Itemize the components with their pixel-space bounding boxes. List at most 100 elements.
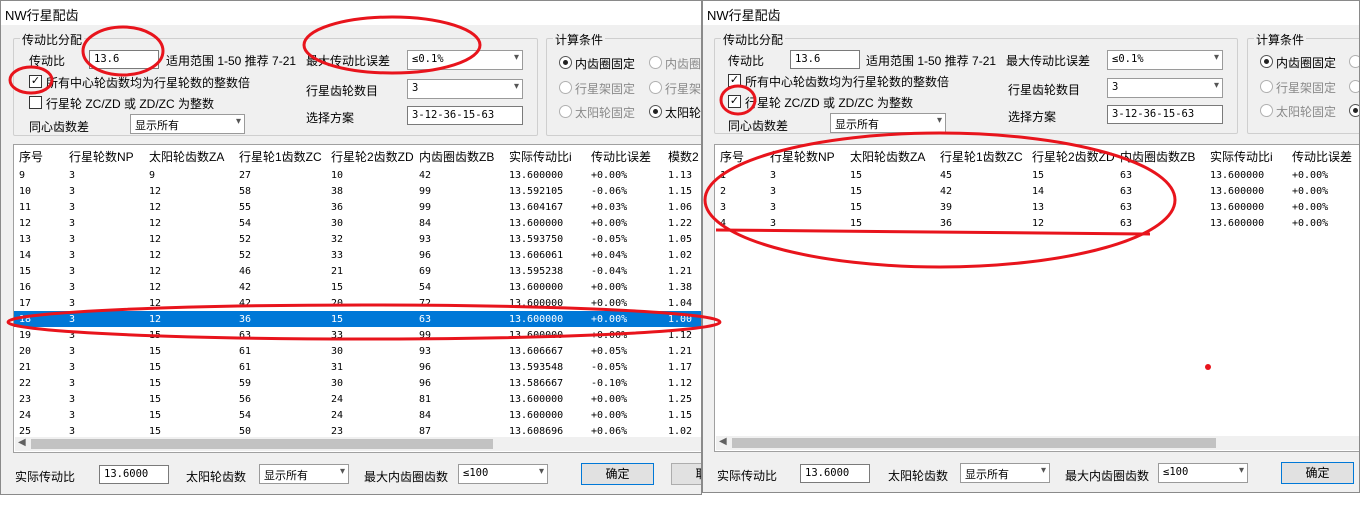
table-row[interactable]: 16 3 12 42 15 54 13.600000 +0.00% 1.38 [14, 279, 701, 295]
table-cell: 93 [419, 345, 432, 357]
column-header[interactable]: 太阳轮齿数ZA [144, 145, 234, 167]
table-row[interactable]: 18 3 12 36 15 63 13.600000 +0.00% 1.00 [14, 311, 701, 327]
table-cell: 27 [239, 169, 252, 181]
concentric-select[interactable]: 显示所有 ▾ [130, 114, 245, 134]
concentric-select[interactable]: 显示所有 ▾ [830, 113, 946, 133]
table-row[interactable]: 17 3 12 42 20 72 13.600000 +0.00% 1.04 [14, 295, 701, 311]
sun-fixed-radio[interactable] [1260, 104, 1273, 117]
table-row[interactable]: 15 3 12 46 21 69 13.595238 -0.04% 1.21 [14, 263, 701, 279]
table-cell: 3 [69, 169, 76, 181]
results-table[interactable]: 序号 行星轮数NP 太阳轮齿数ZA 行星轮1齿数ZC 行星轮2齿数ZD 内齿圈齿数ZB 实际… [13, 144, 701, 453]
column-header[interactable]: 太阳轮齿数ZA [845, 145, 935, 167]
ring-radio[interactable] [1349, 55, 1359, 68]
column-header[interactable]: 行星轮数NP [64, 145, 144, 167]
max-ring-select[interactable]: ≤100 ▾ [1158, 463, 1248, 483]
table-row[interactable]: 1 3 15 45 15 63 13.600000 +0.00% [715, 167, 1359, 183]
column-header[interactable]: 行星轮2齿数ZD [1027, 145, 1115, 167]
table-row[interactable]: 10 3 12 58 38 99 13.592105 -0.06% 1.15 [14, 183, 701, 199]
table-cell: 14 [19, 249, 32, 261]
column-header[interactable]: 实际传动比i [504, 145, 586, 167]
column-header[interactable]: 内齿圈齿数ZB [414, 145, 504, 167]
radio-label: 行星架固定 [1276, 81, 1337, 95]
table-row[interactable]: 4 3 15 36 12 63 13.600000 +0.00% [715, 215, 1359, 231]
integer-checkbox[interactable] [29, 96, 42, 109]
column-header[interactable]: 行星轮数NP [765, 145, 845, 167]
scrollbar-thumb[interactable] [31, 439, 493, 449]
table-row[interactable]: 14 3 12 52 33 96 13.606061 +0.04% 1.02 [14, 247, 701, 263]
ok-button[interactable]: 确定 [1281, 462, 1354, 484]
carrier-fixed-radio[interactable] [1260, 80, 1273, 93]
carrier-radio[interactable] [649, 81, 662, 94]
column-header[interactable]: 行星轮1齿数ZC [234, 145, 326, 167]
ring-fixed-radio[interactable] [1260, 55, 1273, 68]
scheme-input[interactable]: 3-12-36-15-63 [1107, 105, 1223, 124]
sun-teeth-select[interactable]: 显示所有 ▾ [960, 463, 1050, 483]
column-header[interactable]: 模数2 [663, 145, 701, 167]
table-row[interactable]: 20 3 15 61 30 93 13.606667 +0.05% 1.21 [14, 343, 701, 359]
max-ring-select[interactable]: ≤100 ▾ [458, 464, 548, 484]
table-row[interactable]: 9 3 9 27 10 42 13.600000 +0.00% 1.13 [14, 167, 701, 183]
integer-checkbox[interactable]: ✓ [728, 95, 741, 108]
column-header[interactable]: 序号 [14, 145, 64, 167]
column-header[interactable]: 行星轮1齿数ZC [935, 145, 1027, 167]
table-cell: 3 [69, 409, 76, 421]
table-row[interactable]: 12 3 12 54 30 84 13.600000 +0.00% 1.22 [14, 215, 701, 231]
ring-radio[interactable] [649, 56, 662, 69]
scheme-input[interactable]: 3-12-36-15-63 [407, 106, 523, 125]
horizontal-scrollbar[interactable]: ◀ [15, 437, 701, 451]
table-cell: 63 [1120, 217, 1133, 229]
ok-button[interactable]: 确定 [581, 463, 654, 485]
results-table[interactable]: 序号 行星轮数NP 太阳轮齿数ZA 行星轮1齿数ZC 行星轮2齿数ZD 内齿圈齿数ZB 实际… [714, 144, 1359, 452]
table-cell: 16 [19, 281, 32, 293]
chevron-down-icon: ▾ [339, 466, 345, 477]
ring-fixed-radio[interactable] [559, 56, 572, 69]
table-row[interactable]: 2 3 15 42 14 63 13.600000 +0.00% [715, 183, 1359, 199]
table-cell: 52 [239, 233, 252, 245]
planet-count-select[interactable]: 3 ▾ [1107, 78, 1223, 98]
scrollbar-thumb[interactable] [732, 438, 1216, 448]
table-row[interactable]: 23 3 15 56 24 81 13.600000 +0.00% 1.25 [14, 391, 701, 407]
cancel-button[interactable]: 取消 [671, 463, 701, 485]
column-header[interactable]: 传动比误差 [1287, 145, 1359, 167]
column-header[interactable]: 传动比误差 [586, 145, 663, 167]
column-header[interactable]: 行星轮2齿数ZD [326, 145, 414, 167]
table-cell: 1.21 [668, 345, 693, 357]
planet-count-select[interactable]: 3 ▾ [407, 79, 523, 99]
actual-ratio-input[interactable]: 13.6000 [800, 464, 870, 483]
carrier-radio[interactable] [1349, 80, 1359, 93]
table-row[interactable]: 21 3 15 61 31 96 13.593548 -0.05% 1.17 [14, 359, 701, 375]
sun-fixed-radio[interactable] [559, 105, 572, 118]
column-header[interactable]: 实际传动比i [1205, 145, 1287, 167]
scroll-left-icon[interactable]: ◀ [719, 436, 727, 447]
sun-radio[interactable] [1349, 104, 1359, 117]
scroll-left-icon[interactable]: ◀ [18, 437, 26, 448]
max-error-select[interactable]: ≤0.1% ▾ [1107, 50, 1223, 70]
horizontal-scrollbar[interactable]: ◀ [716, 436, 1359, 450]
table-cell: 3 [69, 217, 76, 229]
table-cell: 61 [239, 345, 252, 357]
table-cell: 93 [419, 233, 432, 245]
sun-teeth-select[interactable]: 显示所有 ▾ [259, 464, 349, 484]
table-row[interactable]: 3 3 15 39 13 63 13.600000 +0.00% [715, 199, 1359, 215]
integer-label: 行星轮 ZC/ZD 或 ZD/ZC 为整数 [46, 97, 214, 111]
column-header[interactable]: 内齿圈齿数ZB [1115, 145, 1205, 167]
multiple-checkbox[interactable]: ✓ [728, 74, 741, 87]
sun-radio[interactable] [649, 105, 662, 118]
actual-ratio-input[interactable]: 13.6000 [99, 465, 169, 484]
ratio-input[interactable]: 13.6 [89, 50, 159, 69]
table-cell: 3 [69, 249, 76, 261]
table-cell: 30 [331, 345, 344, 357]
table-cell: 42 [239, 281, 252, 293]
multiple-checkbox[interactable]: ✓ [29, 75, 42, 88]
max-error-select[interactable]: ≤0.1% ▾ [407, 50, 523, 70]
column-header[interactable]: 序号 [715, 145, 765, 167]
ratio-input[interactable]: 13.6 [790, 50, 860, 69]
carrier-fixed-radio[interactable] [559, 81, 572, 94]
table-row[interactable]: 11 3 12 55 36 99 13.604167 +0.03% 1.06 [14, 199, 701, 215]
table-row[interactable]: 19 3 15 63 33 99 13.600000 +0.00% 1.12 [14, 327, 701, 343]
table-row[interactable]: 22 3 15 59 30 96 13.586667 -0.10% 1.12 [14, 375, 701, 391]
table-cell: 36 [234, 311, 326, 327]
table-cell: +0.00% [591, 281, 628, 293]
table-row[interactable]: 24 3 15 54 24 84 13.600000 +0.00% 1.15 [14, 407, 701, 423]
table-row[interactable]: 13 3 12 52 32 93 13.593750 -0.05% 1.05 [14, 231, 701, 247]
